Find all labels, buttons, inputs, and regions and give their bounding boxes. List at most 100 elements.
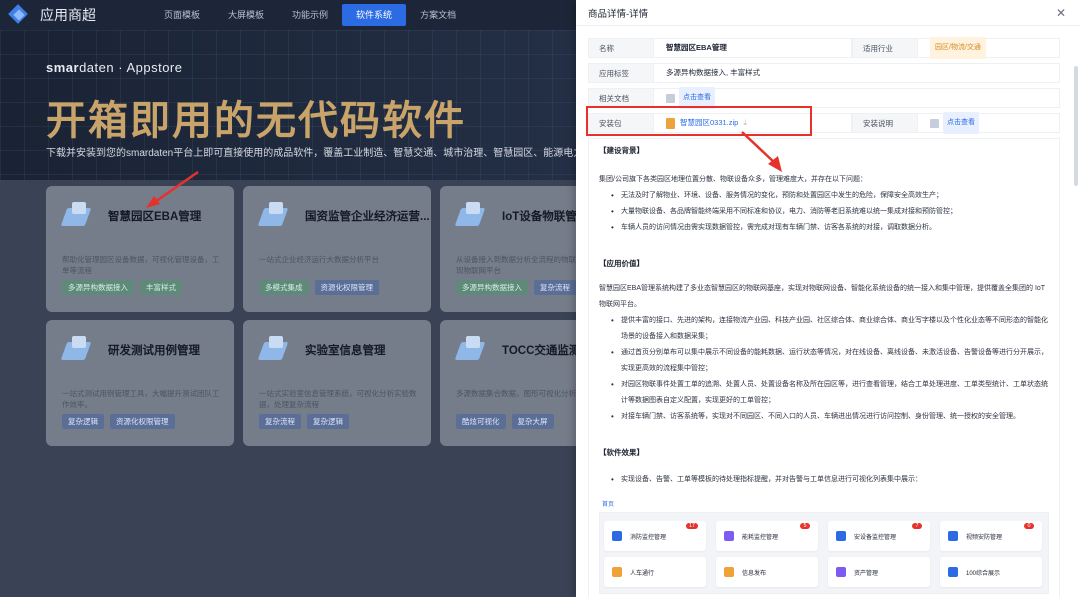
tile-label: 100综合展示 xyxy=(966,570,1001,577)
card-title: IoT设备物联管 xyxy=(502,211,577,223)
drawer-title: 商品详情-详情 xyxy=(588,8,649,20)
list-item: 无法及时了解物业、环境、设备、服务情况的变化，预防和处置园区中发生的危险，保障安… xyxy=(599,188,1049,204)
tile-label: 资产管理 xyxy=(854,570,879,577)
brand-rest: daten · Appstore xyxy=(79,60,183,75)
tags-value: 多源异构数据接入, 丰富样式 xyxy=(654,63,1060,83)
industry-badge: 园区/物流/交通 xyxy=(930,37,986,59)
product-card[interactable]: TOCC交通监测 多源数据集合数据，图形可视化分析交通数据 酷炫可视化 复杂大屏 xyxy=(440,320,586,446)
tag: 多源异构数据接入 xyxy=(62,280,134,295)
product-icon xyxy=(255,200,295,232)
docs-value: 点击查看 xyxy=(654,87,1060,109)
preview-tile: 人车通行 xyxy=(604,557,706,587)
product-card[interactable]: 智慧园区EBA管理 帮助化管理园区设备数据，可视化管理设备，工单等流程 多源异构… xyxy=(46,186,234,312)
product-card[interactable]: 国资监管企业经济运营... 一站式企业经济运行大数据分析平台 多模式集成 资源化… xyxy=(243,186,431,312)
tile-icon xyxy=(724,567,734,577)
card-tags: 多模式集成 资源化权限管理 xyxy=(259,280,379,295)
product-icon xyxy=(58,334,98,366)
hero-title: 开箱即用的无代码软件 xyxy=(46,98,466,144)
main-nav: 页面模板 大屏模板 功能示例 软件系统 方案文档 xyxy=(150,0,470,30)
bullet-list: 无法及时了解物业、环境、设备、服务情况的变化，预防和处置园区中发生的危险，保障安… xyxy=(599,188,1049,236)
industry-value-cell: 园区/物流/交通 xyxy=(918,37,1060,59)
tag: 复杂流程 xyxy=(534,280,576,295)
product-icon xyxy=(255,334,295,366)
preview-tile: 100综合展示 xyxy=(940,557,1042,587)
card-title: 国资监管企业经济运营... xyxy=(305,211,429,223)
card-title: 研发测试用例管理 xyxy=(108,345,200,357)
screenshot-preview: 首页 消防监控管理 17 能耗监控管理 5 安设备监控管理 7 视频安防管理 0 人车通… xyxy=(599,502,1049,594)
nav-feature-examples[interactable]: 功能示例 xyxy=(278,0,342,30)
nav-page-templates[interactable]: 页面模板 xyxy=(150,0,214,30)
card-desc: 从设备接入到数据分析全流程的物联网管理，实现物联网平台 xyxy=(456,255,586,275)
section-title: 【应用价值】 xyxy=(599,259,644,268)
docs-label: 相关文档 xyxy=(588,88,654,108)
brand-bold: smar xyxy=(46,60,80,75)
tile-label: 视频安防管理 xyxy=(966,534,1003,541)
tile-label: 消防监控管理 xyxy=(630,534,667,541)
tag: 资源化权限管理 xyxy=(110,414,175,429)
tile-label: 能耗监控管理 xyxy=(742,534,779,541)
preview-tile: 资产管理 xyxy=(828,557,930,587)
card-desc: 一站式实验室信息管理系统，可视化分析实验数据，处理复杂流程 xyxy=(259,389,417,409)
name-label: 名称 xyxy=(588,38,654,58)
preview-tiles: 消防监控管理 17 能耗监控管理 5 安设备监控管理 7 视频安防管理 0 人车通行 信… xyxy=(604,521,1059,587)
nav-dashboard-templates[interactable]: 大屏模板 xyxy=(214,0,278,30)
tile-label: 安设备监控管理 xyxy=(854,534,897,541)
product-description: 【建设背景】 集团/公司旗下各类园区地理位置分散、物联设备众多，管理难度大，并存… xyxy=(588,138,1060,597)
product-card[interactable]: IoT设备物联管 从设备接入到数据分析全流程的物联网管理，实现物联网平台 多源异… xyxy=(440,186,586,312)
tile-badge: 5 xyxy=(800,523,810,529)
name-value: 智慧园区EBA管理 xyxy=(654,38,852,58)
card-desc: 一站式测试用例管理工具，大幅提升测试团队工作效率。 xyxy=(62,389,220,409)
tag: 酷炫可视化 xyxy=(456,414,506,429)
list-item: 对园区物联事件处置工单的追溯、处置人员、处置设备名称及所在园区等，进行查看管理，… xyxy=(599,377,1049,409)
tile-label: 人车通行 xyxy=(630,570,655,577)
tile-icon xyxy=(612,567,622,577)
document-icon xyxy=(930,118,939,128)
tag: 丰富样式 xyxy=(140,280,182,295)
card-tags: 酷炫可视化 复杂大屏 xyxy=(456,414,554,429)
red-arrow-annotation xyxy=(741,131,782,172)
tile-label: 信息发布 xyxy=(742,570,767,577)
tag: 复杂流程 xyxy=(259,414,301,429)
section-title: 【建设背景】 xyxy=(599,146,644,155)
card-tags: 复杂逻辑 资源化权限管理 xyxy=(62,414,175,429)
card-desc: 帮助化管理园区设备数据，可视化管理设备，工单等流程 xyxy=(62,255,220,275)
product-icon xyxy=(452,334,492,366)
nav-solution-docs[interactable]: 方案文档 xyxy=(406,0,470,30)
list-item: 对接车辆门禁、访客系统等，实现对不同园区、不同入口的人员、车辆进出情况进行访问控… xyxy=(599,409,1049,425)
bullet-list: 提供丰富的接口、先进的架构，连接物流产业园、科技产业园、社区综合体、商业综合体、… xyxy=(599,313,1049,425)
tags-label: 应用标签 xyxy=(588,63,654,83)
nav-software-systems[interactable]: 软件系统 xyxy=(342,4,407,26)
install-link-text: 点击查看 xyxy=(943,112,979,134)
product-card[interactable]: 实验室信息管理 一站式实验室信息管理系统，可视化分析实验数据，处理复杂流程 复杂… xyxy=(243,320,431,446)
section-paragraph: 集团/公司旗下各类园区地理位置分散、物联设备众多，管理难度大，并存在以下问题： xyxy=(599,176,867,183)
product-detail-drawer: 商品详情-详情 ✕ 名称 智慧园区EBA管理 适用行业 园区/物流/交通 应用标… xyxy=(576,0,1080,597)
tag: 复杂大屏 xyxy=(511,414,554,429)
install-view-link[interactable]: 点击查看 xyxy=(930,112,979,134)
section-title: 【软件效果】 xyxy=(599,448,644,457)
scrollbar[interactable] xyxy=(1074,66,1078,186)
list-item: 实现设备、告警、工单等模板的待处理指标提醒，并对告警与工单信息进行可视化列表集中… xyxy=(599,472,1049,488)
tile-icon xyxy=(836,567,846,577)
preview-tile: 消防监控管理 17 xyxy=(604,521,706,551)
list-item: 车辆人员的访问情况由需实现数据管控，需完成对现有车辆门禁、访客各系统的对接，调取… xyxy=(599,220,1049,236)
card-title: 智慧园区EBA管理 xyxy=(108,211,202,223)
list-item: 通过首页分别单布可以集中展示不同设备的能耗数据、运行状态等情况，对在线设备、离线… xyxy=(599,345,1049,377)
tile-icon xyxy=(948,531,958,541)
preview-label: 首页 xyxy=(602,502,615,508)
product-card[interactable]: 研发测试用例管理 一站式测试用例管理工具，大幅提升测试团队工作效率。 复杂逻辑 … xyxy=(46,320,234,446)
tile-icon xyxy=(724,531,734,541)
preview-tile: 信息发布 xyxy=(716,557,818,587)
close-icon[interactable]: ✕ xyxy=(1056,6,1066,20)
bullet-list: 实现设备、告警、工单等模板的待处理指标提醒，并对告警与工单信息进行可视化列表集中… xyxy=(599,472,1049,488)
red-arrow-annotation xyxy=(146,170,199,208)
card-title: 实验室信息管理 xyxy=(305,345,386,357)
tile-badge: 17 xyxy=(685,523,698,529)
hero-subtitle: 下载并安装到您的smardaten平台上即可直接使用的成品软件，覆盖工业制造、智… xyxy=(46,148,580,158)
list-item: 提供丰富的接口、先进的架构，连接物流产业园、科技产业园、社区综合体、商业综合体、… xyxy=(599,313,1049,345)
app-logo-icon xyxy=(8,4,30,26)
app-title: 应用商超 xyxy=(40,7,96,23)
install-label: 安装说明 xyxy=(852,113,918,133)
product-cards: 智慧园区EBA管理 帮助化管理园区设备数据，可视化管理设备，工单等流程 多源异构… xyxy=(46,186,586,446)
install-value: 点击查看 xyxy=(918,112,1060,134)
tag: 多模式集成 xyxy=(259,280,309,295)
